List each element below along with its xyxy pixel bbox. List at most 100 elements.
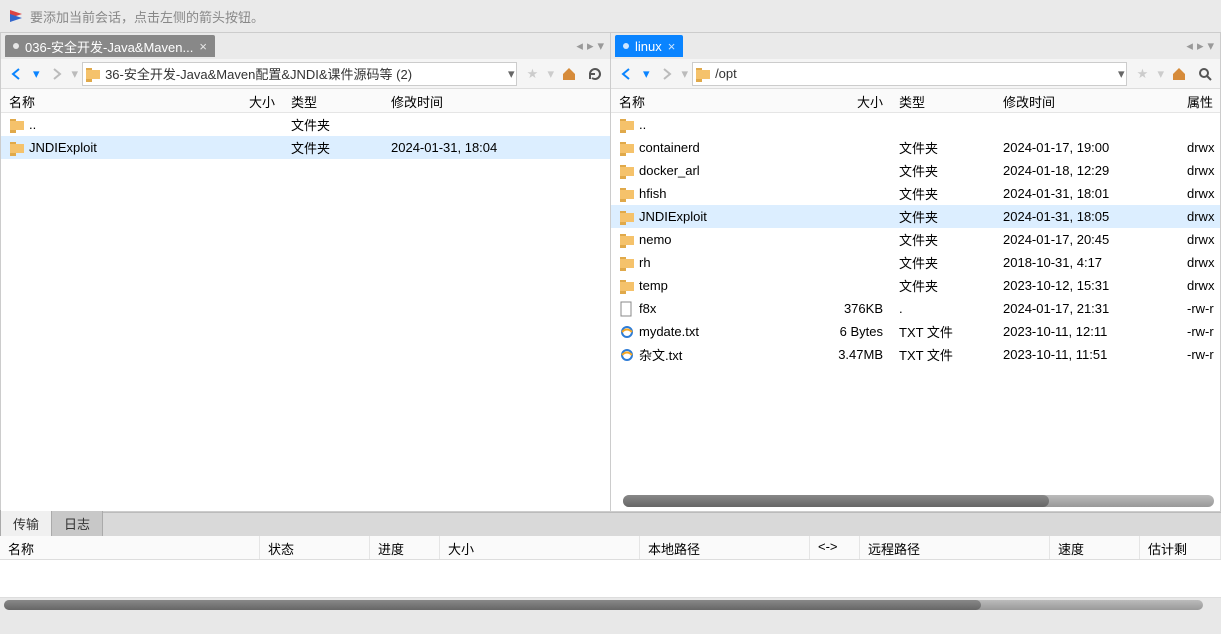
th-dir[interactable]: <-> bbox=[810, 536, 860, 559]
file-mod: 2023-10-11, 11:51 bbox=[995, 344, 1179, 365]
chevron-down-icon[interactable]: ▾ bbox=[597, 38, 604, 54]
file-mod bbox=[383, 122, 573, 128]
col-size[interactable]: 大小 bbox=[829, 89, 891, 112]
col-name[interactable]: 名称 bbox=[1, 89, 231, 112]
file-mod: 2024-01-17, 20:45 bbox=[995, 229, 1179, 250]
local-tab-label: 036-安全开发-Java&Maven... bbox=[25, 37, 193, 56]
col-name[interactable]: 名称 bbox=[611, 89, 829, 112]
th-name[interactable]: 名称 bbox=[0, 536, 260, 559]
file-size bbox=[829, 191, 891, 197]
nav-back-button[interactable] bbox=[5, 62, 29, 86]
file-size bbox=[231, 145, 283, 151]
local-tab[interactable]: 036-安全开发-Java&Maven... × bbox=[5, 35, 215, 57]
file-size bbox=[829, 122, 891, 128]
status-dot-icon bbox=[13, 43, 19, 49]
file-attr: -rw-r bbox=[1179, 344, 1220, 365]
list-item[interactable]: mydate.txt6 BytesTXT 文件2023-10-11, 12:11… bbox=[611, 320, 1220, 343]
file-attr bbox=[1179, 122, 1220, 128]
chevron-left-icon[interactable]: ◂ bbox=[1186, 38, 1193, 54]
col-attr[interactable]: 属性 bbox=[1179, 89, 1221, 112]
file-attr: drwx bbox=[1179, 275, 1220, 296]
file-type: 文件夹 bbox=[891, 158, 995, 183]
file-name: .. bbox=[29, 117, 36, 132]
col-type[interactable]: 类型 bbox=[891, 89, 995, 112]
nav-forward-button[interactable] bbox=[654, 62, 678, 86]
remote-list-header: 名称 大小 类型 修改时间 属性 bbox=[611, 89, 1220, 113]
tab-log[interactable]: 日志 bbox=[51, 510, 103, 536]
refresh-button[interactable] bbox=[584, 63, 606, 85]
file-mod: 2024-01-31, 18:05 bbox=[995, 206, 1179, 227]
th-size[interactable]: 大小 bbox=[440, 536, 640, 559]
file-mod: 2024-01-31, 18:01 bbox=[995, 183, 1179, 204]
close-icon[interactable]: × bbox=[668, 39, 676, 54]
list-item[interactable]: nemo文件夹2024-01-17, 20:45drwx bbox=[611, 228, 1220, 251]
file-type: 文件夹 bbox=[283, 113, 383, 137]
local-pane: 036-安全开发-Java&Maven... × ◂ ▸ ▾ ▾ ▾ 36-安全… bbox=[0, 32, 610, 512]
file-size: 376KB bbox=[829, 298, 891, 319]
list-item[interactable]: .. bbox=[611, 113, 1220, 136]
chevron-down-icon[interactable]: ▾ bbox=[72, 66, 79, 82]
chevron-down-icon[interactable]: ▾ bbox=[643, 66, 650, 82]
bottom-tabbar: 传输 日志 bbox=[0, 512, 1221, 536]
list-item[interactable]: JNDIExploit文件夹2024-01-31, 18:05drwx bbox=[611, 205, 1220, 228]
local-path-text: 36-安全开发-Java&Maven配置&JNDI&课件源码等 (2) bbox=[105, 64, 504, 83]
remote-path-input[interactable]: /opt ▾ bbox=[692, 62, 1127, 86]
file-mod bbox=[995, 122, 1179, 128]
folder-icon bbox=[695, 66, 711, 82]
th-status[interactable]: 状态 bbox=[260, 536, 370, 559]
list-item[interactable]: JNDIExploit文件夹2024-01-31, 18:04 bbox=[1, 136, 610, 159]
bookmark-button[interactable]: ★ bbox=[1131, 63, 1153, 85]
home-button[interactable] bbox=[1168, 63, 1190, 85]
chevron-right-icon[interactable]: ▸ bbox=[1197, 38, 1204, 54]
session-hint-bar: 要添加当前会话，点击左侧的箭头按钮。 bbox=[0, 0, 1221, 32]
col-type[interactable]: 类型 bbox=[283, 89, 383, 112]
home-button[interactable] bbox=[558, 63, 580, 85]
list-item[interactable]: f8x376KB.2024-01-17, 21:31-rw-r bbox=[611, 297, 1220, 320]
local-file-list[interactable]: .. 文件夹JNDIExploit文件夹2024-01-31, 18:04 bbox=[1, 113, 610, 511]
th-remote[interactable]: 远程路径 bbox=[860, 536, 1050, 559]
col-mod[interactable]: 修改时间 bbox=[995, 89, 1179, 112]
list-item[interactable]: docker_arl文件夹2024-01-18, 12:29drwx bbox=[611, 159, 1220, 182]
chevron-down-icon[interactable]: ▾ bbox=[508, 66, 515, 82]
chevron-down-icon[interactable]: ▾ bbox=[1207, 38, 1214, 54]
list-item[interactable]: rh文件夹2018-10-31, 4:17drwx bbox=[611, 251, 1220, 274]
th-local[interactable]: 本地路径 bbox=[640, 536, 810, 559]
list-item[interactable]: 杂文.txt3.47MBTXT 文件2023-10-11, 11:51-rw-r bbox=[611, 343, 1220, 366]
file-type: 文件夹 bbox=[891, 135, 995, 160]
horizontal-scrollbar[interactable] bbox=[0, 598, 1221, 612]
chevron-down-icon[interactable]: ▾ bbox=[33, 66, 40, 82]
file-name: JNDIExploit bbox=[639, 209, 707, 224]
th-speed[interactable]: 速度 bbox=[1050, 536, 1140, 559]
file-size bbox=[829, 168, 891, 174]
file-type: 文件夹 bbox=[283, 135, 383, 160]
local-path-input[interactable]: 36-安全开发-Java&Maven配置&JNDI&课件源码等 (2) ▾ bbox=[82, 62, 517, 86]
chevron-down-icon[interactable]: ▾ bbox=[682, 66, 689, 82]
find-button[interactable] bbox=[1194, 63, 1216, 85]
file-name: mydate.txt bbox=[639, 324, 699, 339]
tab-scroll-arrows: ◂ ▸ ▾ bbox=[576, 33, 604, 59]
chevron-right-icon[interactable]: ▸ bbox=[587, 38, 594, 54]
file-name: docker_arl bbox=[639, 163, 700, 178]
tab-transfer[interactable]: 传输 bbox=[0, 510, 52, 536]
remote-file-list[interactable]: ..containerd文件夹2024-01-17, 19:00drwx dock… bbox=[611, 113, 1220, 511]
remote-tab[interactable]: linux × bbox=[615, 35, 683, 57]
file-mod: 2018-10-31, 4:17 bbox=[995, 252, 1179, 273]
chevron-left-icon[interactable]: ◂ bbox=[576, 38, 583, 54]
list-item[interactable]: temp文件夹2023-10-12, 15:31drwx bbox=[611, 274, 1220, 297]
bookmark-button[interactable]: ★ bbox=[521, 63, 543, 85]
file-size bbox=[829, 214, 891, 220]
nav-back-button[interactable] bbox=[615, 62, 639, 86]
col-size[interactable]: 大小 bbox=[231, 89, 283, 112]
list-item[interactable]: .. 文件夹 bbox=[1, 113, 610, 136]
col-mod[interactable]: 修改时间 bbox=[383, 89, 573, 112]
th-eta[interactable]: 估计剩 bbox=[1140, 536, 1221, 559]
nav-forward-button[interactable] bbox=[44, 62, 68, 86]
th-progress[interactable]: 进度 bbox=[370, 536, 440, 559]
list-item[interactable]: containerd文件夹2024-01-17, 19:00drwx bbox=[611, 136, 1220, 159]
chevron-down-icon[interactable]: ▾ bbox=[1118, 66, 1125, 82]
list-item[interactable]: hfish文件夹2024-01-31, 18:01drwx bbox=[611, 182, 1220, 205]
close-icon[interactable]: × bbox=[199, 39, 207, 54]
file-size: 3.47MB bbox=[829, 344, 891, 365]
flag-icon bbox=[8, 8, 24, 24]
transfer-list[interactable] bbox=[0, 560, 1221, 598]
